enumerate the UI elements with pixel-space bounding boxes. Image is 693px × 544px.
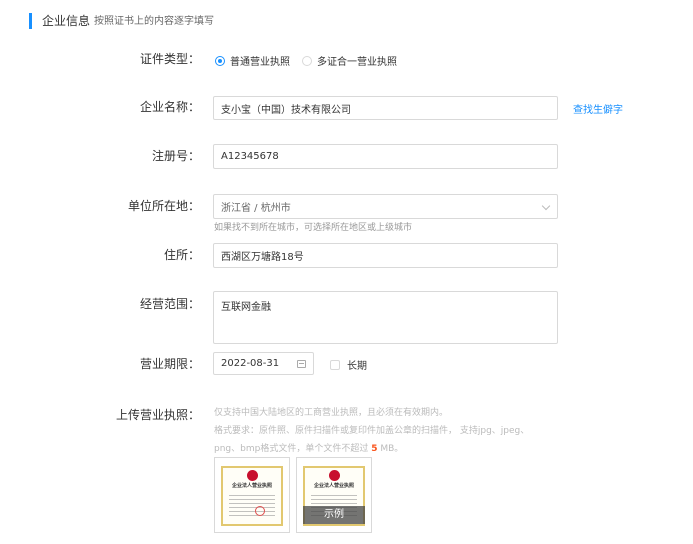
scope-label: 经营范围： — [139, 297, 200, 311]
national-emblem-icon — [247, 470, 258, 481]
term-date-picker[interactable]: 2022-08-31 — [213, 352, 314, 375]
license-image: 企业法人营业执照 — [221, 466, 283, 526]
term-date-value: 2022-08-31 — [221, 358, 280, 369]
example-license-thumbnail[interactable]: 企业法人营业执照 示例 — [296, 457, 372, 533]
long-term-label: 长期 — [347, 361, 367, 372]
max-size-number: 5 — [371, 444, 378, 454]
checkbox-icon — [330, 359, 340, 370]
location-value: 浙江省 / 杭州市 — [221, 203, 291, 214]
radio-unchecked-icon — [302, 55, 312, 66]
radio-checked-icon — [215, 55, 225, 66]
radio-multi-label: 多证合一营业执照 — [317, 57, 397, 68]
company-name-value: 支小宝（中国）技术有限公司 — [221, 104, 351, 116]
find-rare-char-link[interactable]: 查找生僻字 — [573, 101, 623, 116]
reg-no-label: 注册号： — [151, 149, 200, 163]
red-stamp-icon — [255, 506, 265, 516]
address-input[interactable]: 西湖区万塘路18号 — [213, 243, 558, 268]
section-hint: 按照证书上的内容逐字填写 — [94, 16, 214, 27]
company-name-input[interactable]: 支小宝（中国）技术有限公司 — [213, 96, 558, 120]
long-term-checkbox[interactable]: 长期 — [330, 357, 367, 372]
radio-normal-label: 普通营业执照 — [230, 57, 290, 68]
uploaded-license-thumbnail[interactable]: 企业法人营业执照 — [214, 457, 290, 533]
scope-textarea[interactable]: 互联网金融 — [213, 291, 558, 344]
chevron-down-icon — [541, 201, 551, 211]
example-license-title: 企业法人营业执照 — [313, 483, 354, 489]
radio-multi-license[interactable]: 多证合一营业执照 — [302, 53, 397, 68]
company-name-label: 企业名称： — [139, 100, 200, 114]
upload-hint-line2: 格式要求：原件照、原件扫描件或复印件加盖公章的扫描件， 支持jpg、jpeg、 — [214, 426, 530, 436]
reg-no-value: A12345678 — [221, 151, 279, 162]
upload-hint-line3-suffix: MB。 — [380, 444, 404, 454]
reg-no-input[interactable]: A12345678 — [213, 144, 558, 169]
national-emblem-icon — [329, 470, 340, 481]
upload-label: 上传营业执照： — [115, 408, 200, 422]
address-value: 西湖区万塘路18号 — [221, 252, 304, 263]
location-select[interactable]: 浙江省 / 杭州市 — [213, 194, 558, 219]
term-label: 营业期限： — [139, 357, 200, 371]
license-title: 企业法人营业执照 — [231, 483, 272, 489]
cert-type-label: 证件类型： — [139, 52, 200, 66]
scope-value: 互联网金融 — [221, 302, 271, 313]
calendar-icon — [297, 360, 306, 368]
license-text-lines — [229, 492, 275, 518]
example-label: 示例 — [303, 506, 365, 524]
radio-normal-license[interactable]: 普通营业执照 — [215, 53, 290, 68]
upload-hint-line3-prefix: png、bmp格式文件，单个文件不超过 — [214, 444, 369, 454]
upload-hint-line3: png、bmp格式文件，单个文件不超过 5 MB。 — [214, 440, 403, 458]
upload-hint-line1: 仅支持中国大陆地区的工商营业执照，且必须在有效期内。 — [214, 408, 449, 418]
address-label: 住所： — [163, 248, 200, 262]
section-title: 企业信息 — [42, 14, 91, 28]
location-label: 单位所在地： — [127, 199, 200, 213]
location-hint: 如果找不到所在城市，可选择所在地区或上级城市 — [214, 223, 413, 233]
section-accent-bar — [29, 13, 32, 29]
